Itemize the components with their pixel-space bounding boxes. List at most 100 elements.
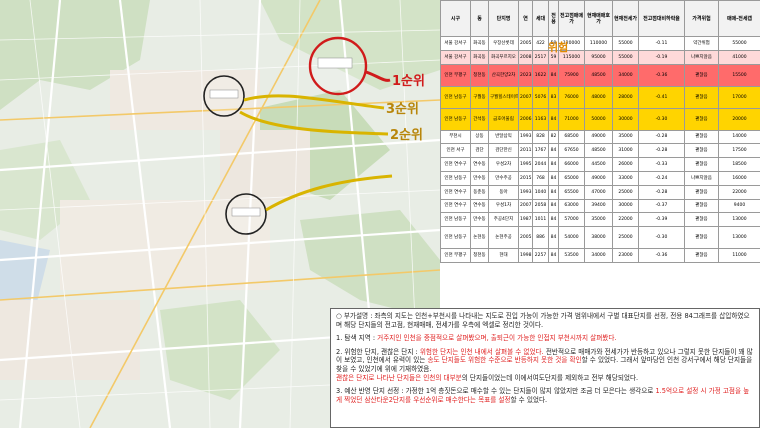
table-cell: 828 (532, 129, 549, 145)
table-cell: 괜찮음 (684, 129, 719, 145)
table-cell: 84 (548, 157, 559, 172)
table-row: 인천 남동구구월동구월힐스테이트롯데캐슬20075076837600048000… (440, 85, 760, 109)
table-cell: 괜찮음 (684, 157, 719, 172)
table-cell: 49000 (584, 129, 613, 145)
table-cell: 반달삼익 (488, 129, 519, 145)
apartment-table: 시구 동 단지명 연 세대 전용 전고점매매가 현재매매호가 현재전세가 전고점대비하락율 가격위험… (440, 0, 760, 263)
table-cell: 인천 연수구 (440, 198, 471, 214)
table-cell: 76000 (558, 85, 585, 109)
table-cell: 47000 (584, 184, 613, 200)
table-cell: 14000 (718, 129, 760, 145)
table-cell: 인천 남동구 (440, 170, 471, 186)
table-cell: 금호어울림 (488, 107, 519, 131)
table-header-cell: 가격위험 (684, 0, 719, 37)
table-cell: 1011 (532, 212, 549, 228)
table-cell: 84 (548, 184, 559, 200)
table-cell: 인천 남동구 (440, 85, 471, 109)
table-cell: -0.24 (638, 170, 685, 186)
table-cell: 1767 (532, 143, 549, 159)
table-cell: 인천 남동구 (440, 226, 471, 250)
table-cell: 34000 (612, 63, 639, 87)
risk-badge: 위험 (548, 41, 569, 54)
table-cell: 48500 (584, 143, 613, 159)
note-section-3: 3. 예산 반영 단지 선정 : 가정한 1억 층짓돈으로 매수할 수 있는 단… (336, 387, 750, 404)
table-cell: 인천 남동구 (440, 107, 471, 131)
table-cell: 2006 (518, 107, 533, 131)
table-cell: 우성2차 (488, 157, 519, 172)
rank3-label: 3순위 (386, 102, 419, 117)
table-cell: 28000 (612, 85, 639, 109)
table-cell: -0.11 (638, 36, 685, 51)
table-cell: -0.28 (638, 129, 685, 145)
table-cell: 84 (548, 248, 559, 263)
table-cell: -0.41 (638, 85, 685, 109)
table-cell: 인천 부평구 (440, 248, 471, 263)
table-row: 인천 연수구 동춘동 동아 1993 1040 84 65500 47000 25000 -0.2… (440, 184, 760, 200)
table-cell: 84 (548, 170, 559, 186)
table-cell: 우성1차 (488, 198, 519, 214)
table-header-cell: 전고점매매가 (558, 0, 585, 37)
table-row: 서울 강서구 화곡동 화곡푸르지오 2008 2517 59 115000 95000 5500… (440, 49, 760, 65)
table-cell: 22000 (612, 212, 639, 228)
table-header-cell: 전고점대비하락율 (638, 0, 685, 37)
table-cell: 30000 (612, 107, 639, 131)
table-cell: 논현동 (470, 226, 489, 250)
table-cell: 65000 (558, 170, 585, 186)
table-header-cell: 세대 (532, 0, 549, 37)
table-cell: 인천 부평구 (440, 63, 471, 87)
table-cell: 2005 (518, 226, 533, 250)
table-row: 인천 연수구 연수동 우성2차 1995 2044 84 66000 44500 26000 -0… (440, 157, 760, 172)
table-cell: 55000 (612, 36, 639, 51)
table-cell: 84 (548, 226, 559, 250)
table-cell: 55000 (718, 36, 760, 51)
table-cell: 50000 (584, 107, 613, 131)
table-cell: 63000 (558, 198, 585, 214)
rank2-connector (239, 110, 389, 136)
table-cell: 청천동 (470, 63, 489, 87)
table-cell: 2517 (532, 49, 549, 65)
table-row: 인천 남동구 간석동 금호어울림 2006 1163 84 71000 50000 30000-… (440, 107, 760, 131)
table-cell: 논현주공 (488, 226, 519, 250)
table-cell: 768 (532, 170, 549, 186)
table-cell: 15500 (718, 63, 760, 87)
table-cell: 95000 (584, 49, 613, 65)
table-cell: 1995 (518, 157, 533, 172)
lower-connector (265, 174, 393, 212)
table-cell: 25000 (612, 226, 639, 250)
table-cell: 53500 (558, 248, 585, 263)
table-cell: 5076 (532, 85, 549, 109)
table-cell: 2015 (518, 170, 533, 186)
table-cell: 검단한신 (488, 143, 519, 159)
table-header-cell: 동 (470, 0, 489, 37)
table-cell: 인천 남동구 (440, 212, 471, 228)
table-cell: -0.28 (638, 184, 685, 200)
table-cell: 연수동 (470, 198, 489, 214)
table-cell: 괜찮음 (684, 63, 719, 87)
table-cell: 1993 (518, 129, 533, 145)
table-cell: 괜찮음 (684, 212, 719, 228)
table-cell: 화곡동 (470, 36, 489, 51)
table-cell: 20000 (718, 107, 760, 131)
table-cell: 우장산롯데 (488, 36, 519, 51)
table-cell: -0.37 (638, 198, 685, 214)
table-header-cell: 단지명 (488, 0, 519, 37)
table-cell: 약간위험 (684, 36, 719, 51)
table-cell: -0.19 (638, 49, 685, 65)
table-cell: 화곡동 (470, 49, 489, 65)
table-cell: 13000 (718, 212, 760, 228)
table-cell: 1163 (532, 107, 549, 131)
rank3-connector (243, 94, 385, 110)
table-header-cell: 시구 (440, 0, 471, 37)
table-cell: 2058 (532, 198, 549, 214)
table-cell: 산곡한양2차 (488, 63, 519, 87)
table-row: 인천 부평구 청천동 현대 1998 2257 84 53500 34000 23000 -0.3… (440, 248, 760, 263)
table-cell: 1987 (518, 212, 533, 228)
table-cell: 11000 (718, 248, 760, 263)
rank1-connector (365, 70, 391, 82)
table-cell: -0.33 (638, 157, 685, 172)
table-row: 인천 연수구 연수동 우성1차 2007 2058 84 63000 39400 30000 -0… (440, 198, 760, 214)
table-cell: 84 (548, 198, 559, 214)
table-row: 인천 남동구 만수동 주공4단지 1987 1011 84 57000 35000 22000-… (440, 212, 760, 228)
table-header-cell: 전용 (548, 0, 559, 37)
table-cell: 17500 (718, 143, 760, 159)
